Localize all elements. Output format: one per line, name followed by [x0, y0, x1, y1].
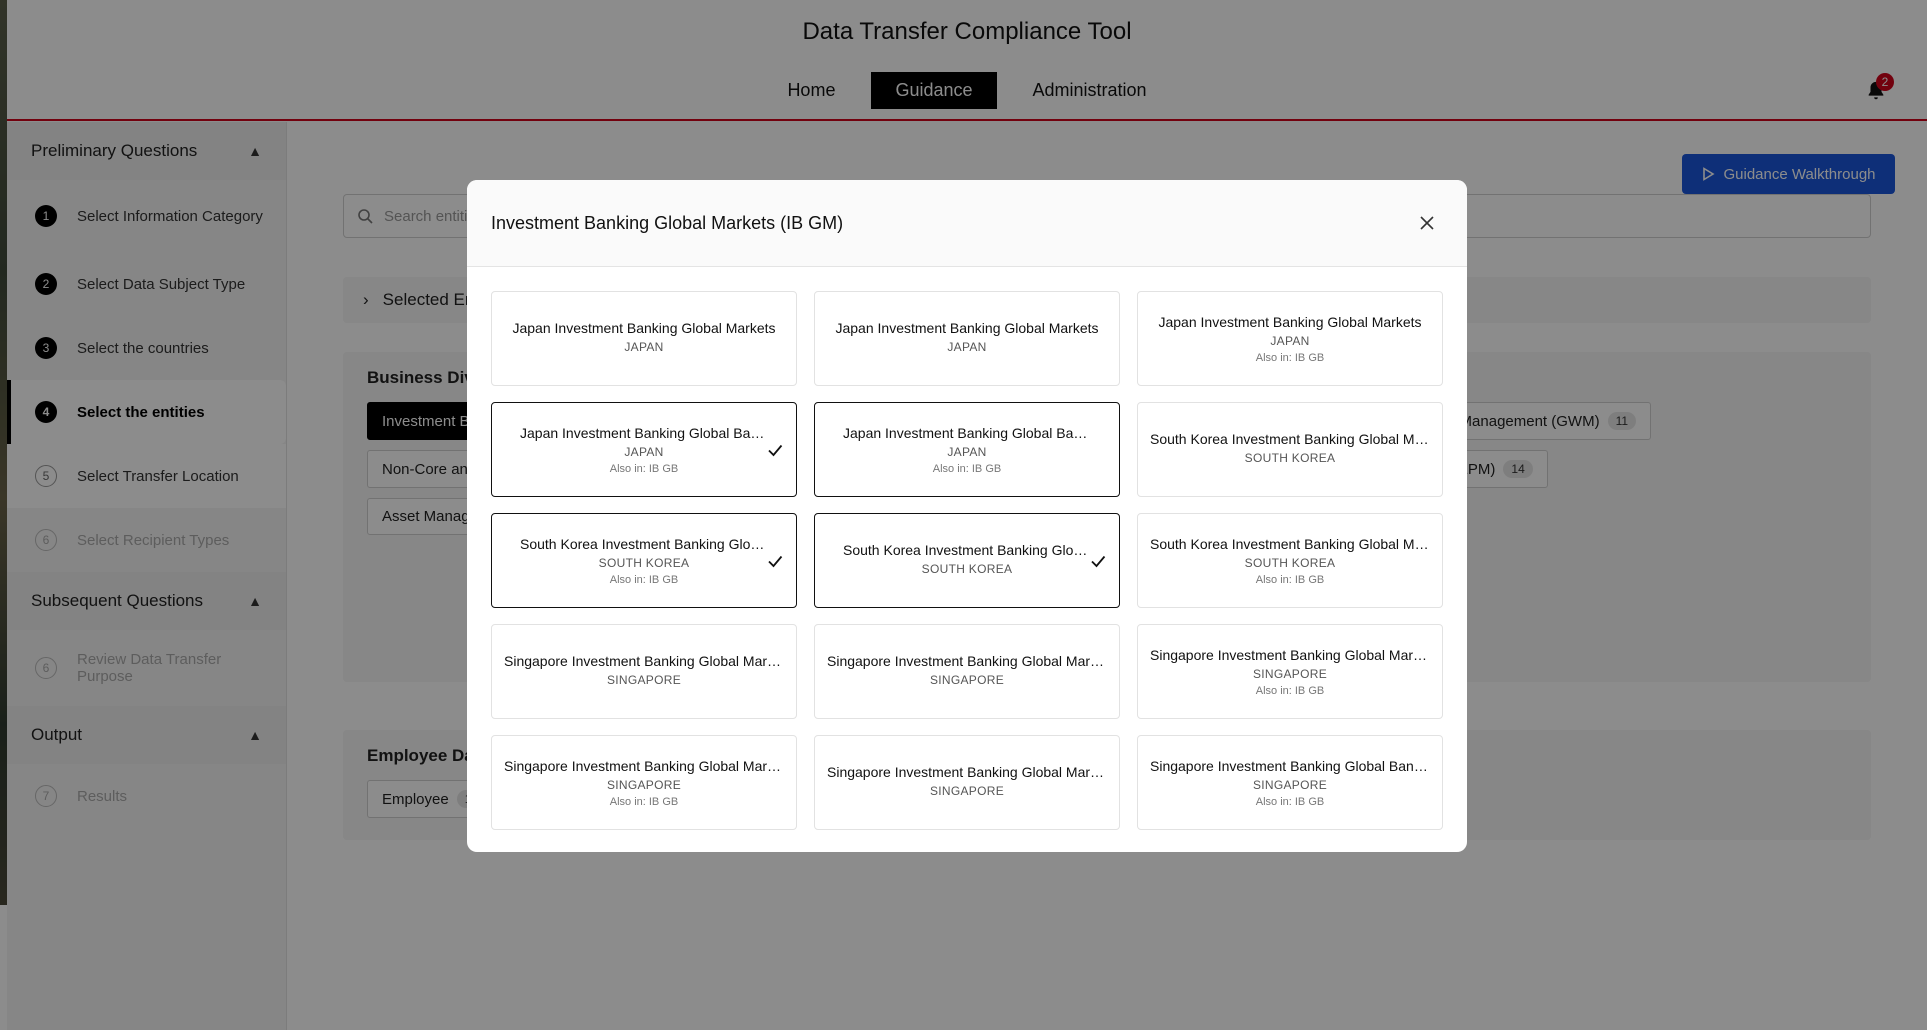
entity-card[interactable]: Singapore Investment Banking Global Mark…	[1137, 624, 1443, 719]
entity-also-in: Also in: IB GB	[609, 573, 679, 586]
entity-card[interactable]: Japan Investment Banking Global Markets J…	[491, 291, 797, 386]
entity-name: Singapore Investment Banking Global Mark…	[827, 652, 1107, 669]
entity-also-in: Also in: IB GB	[609, 462, 679, 475]
entity-name: Singapore Investment Banking Global Mark…	[504, 757, 784, 774]
entity-country: JAPAN	[624, 444, 664, 459]
entity-name: Singapore Investment Banking Global Mark…	[504, 652, 784, 669]
entity-card[interactable]: South Korea Investment Banking Global Ma…	[1137, 513, 1443, 608]
entity-card[interactable]: Japan Investment Banking Global Banking J…	[491, 402, 797, 497]
check-icon	[768, 444, 783, 457]
entity-card[interactable]: Singapore Investment Banking Global Mark…	[491, 735, 797, 830]
entity-also-in: Also in: IB GB	[1255, 573, 1325, 586]
entity-name: Japan Investment Banking Global Markets	[835, 319, 1099, 336]
entity-card[interactable]: South Korea Investment Banking Global Ma…	[1137, 402, 1443, 497]
entity-name: South Korea Investment Banking Global Ma…	[843, 541, 1091, 558]
close-button[interactable]	[1411, 207, 1443, 239]
entity-name: Singapore Investment Banking Global Bank…	[1150, 757, 1430, 774]
entity-card[interactable]: Singapore Investment Banking Global Mark…	[491, 624, 797, 719]
entity-country: SOUTH KOREA	[598, 555, 690, 570]
entity-country: SOUTH KOREA	[1244, 555, 1336, 570]
entity-name: Japan Investment Banking Global Banking	[520, 424, 768, 441]
entity-name: Japan Investment Banking Global Markets	[512, 319, 776, 336]
entity-country: JAPAN	[947, 444, 987, 459]
entity-also-in: Also in: IB GB	[932, 462, 1002, 475]
entity-country: SINGAPORE	[1252, 666, 1328, 681]
entity-name: South Korea Investment Banking Global Ma…	[520, 535, 768, 552]
entity-country: SINGAPORE	[606, 672, 682, 687]
entity-card[interactable]: Japan Investment Banking Global Markets J…	[1137, 291, 1443, 386]
entity-also-in: Also in: IB GB	[1255, 351, 1325, 364]
entity-also-in: Also in: IB GB	[1255, 684, 1325, 697]
entity-country: SOUTH KOREA	[1244, 450, 1336, 465]
entity-name: Japan Investment Banking Global Markets	[1158, 313, 1422, 330]
close-icon	[1420, 216, 1434, 230]
entity-country: JAPAN	[1270, 333, 1310, 348]
entity-grid: Japan Investment Banking Global Markets J…	[491, 291, 1443, 830]
entity-name: Japan Investment Banking Global Banking	[843, 424, 1091, 441]
entity-also-in: Also in: IB GB	[609, 795, 679, 808]
entity-card[interactable]: Singapore Investment Banking Global Mark…	[814, 624, 1120, 719]
entity-country: SINGAPORE	[606, 777, 682, 792]
entity-card[interactable]: Singapore Investment Banking Global Mark…	[814, 735, 1120, 830]
entity-card[interactable]: Singapore Investment Banking Global Bank…	[1137, 735, 1443, 830]
entity-country: JAPAN	[624, 339, 664, 354]
entity-card[interactable]: South Korea Investment Banking Global Ma…	[814, 513, 1120, 608]
entity-also-in: Also in: IB GB	[1255, 795, 1325, 808]
entity-country: JAPAN	[947, 339, 987, 354]
entity-name: South Korea Investment Banking Global Ma…	[1150, 535, 1430, 552]
entity-country: SINGAPORE	[1252, 777, 1328, 792]
check-icon	[1091, 555, 1106, 568]
check-icon	[768, 555, 783, 568]
entity-name: Singapore Investment Banking Global Mark…	[1150, 646, 1430, 663]
modal-title: Investment Banking Global Markets (IB GM…	[491, 212, 844, 233]
entity-modal: Investment Banking Global Markets (IB GM…	[467, 180, 1467, 852]
modal-header: Investment Banking Global Markets (IB GM…	[467, 180, 1467, 267]
entity-card[interactable]: South Korea Investment Banking Global Ma…	[491, 513, 797, 608]
entity-country: SINGAPORE	[929, 783, 1005, 798]
entity-card[interactable]: Japan Investment Banking Global Banking J…	[814, 402, 1120, 497]
entity-card[interactable]: Japan Investment Banking Global Markets J…	[814, 291, 1120, 386]
entity-name: Singapore Investment Banking Global Mark…	[827, 763, 1107, 780]
entity-name: South Korea Investment Banking Global Ma…	[1150, 430, 1430, 447]
entity-country: SINGAPORE	[929, 672, 1005, 687]
entity-country: SOUTH KOREA	[921, 561, 1013, 576]
